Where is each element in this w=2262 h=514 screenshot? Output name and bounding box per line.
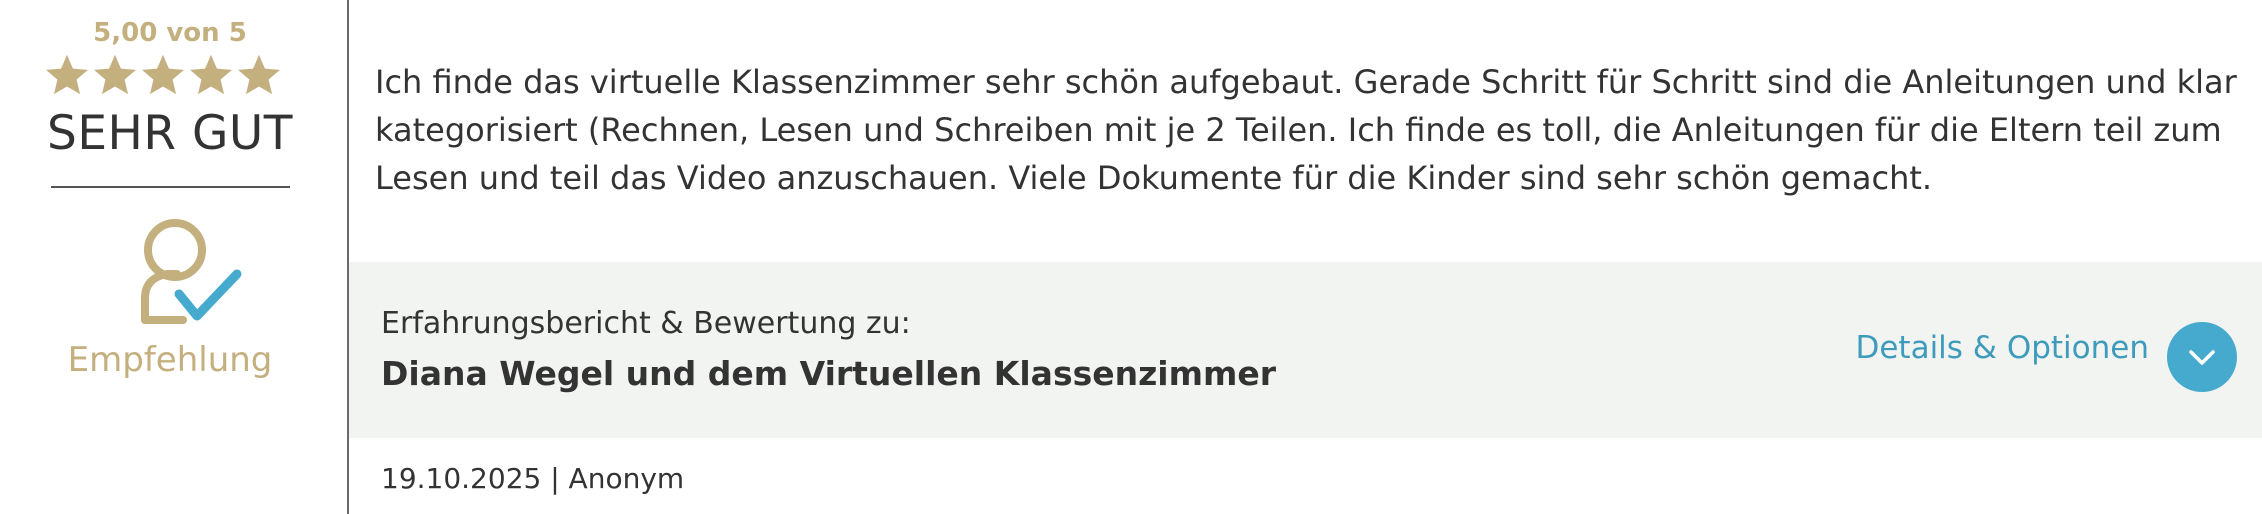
rating-column: 5,00 von 5 SEHR GUT Empfehlung bbox=[0, 0, 347, 514]
star-icon bbox=[94, 54, 136, 95]
star-icon bbox=[190, 54, 232, 95]
star-rating bbox=[44, 52, 282, 98]
subject-prefix: Erfahrungsbericht & Bewertung zu: bbox=[381, 306, 911, 341]
review-meta: 19.10.2025 | Anonym bbox=[381, 462, 685, 495]
review-card: 5,00 von 5 SEHR GUT Empfehlung Ich finde… bbox=[0, 0, 2262, 514]
rating-label: SEHR GUT bbox=[47, 106, 293, 161]
details-toggle-button[interactable] bbox=[2167, 322, 2237, 392]
divider bbox=[51, 186, 290, 188]
chevron-down-icon bbox=[2189, 350, 2215, 365]
star-icon bbox=[238, 54, 280, 95]
details-options-link[interactable]: Details & Optionen bbox=[1855, 330, 2149, 366]
user-check-icon bbox=[141, 219, 242, 324]
star-icon bbox=[46, 54, 88, 95]
subject-title: Diana Wegel und dem Virtuellen Klassenzi… bbox=[381, 354, 1277, 393]
star-icon bbox=[142, 54, 184, 95]
recommendation-label: Empfehlung bbox=[67, 340, 273, 380]
review-text: Ich finde das virtuelle Klassenzimmer se… bbox=[375, 63, 2237, 197]
score-text: 5,00 von 5 bbox=[93, 18, 247, 48]
review-subject-bar: Erfahrungsbericht & Bewertung zu: Diana … bbox=[349, 262, 2262, 438]
